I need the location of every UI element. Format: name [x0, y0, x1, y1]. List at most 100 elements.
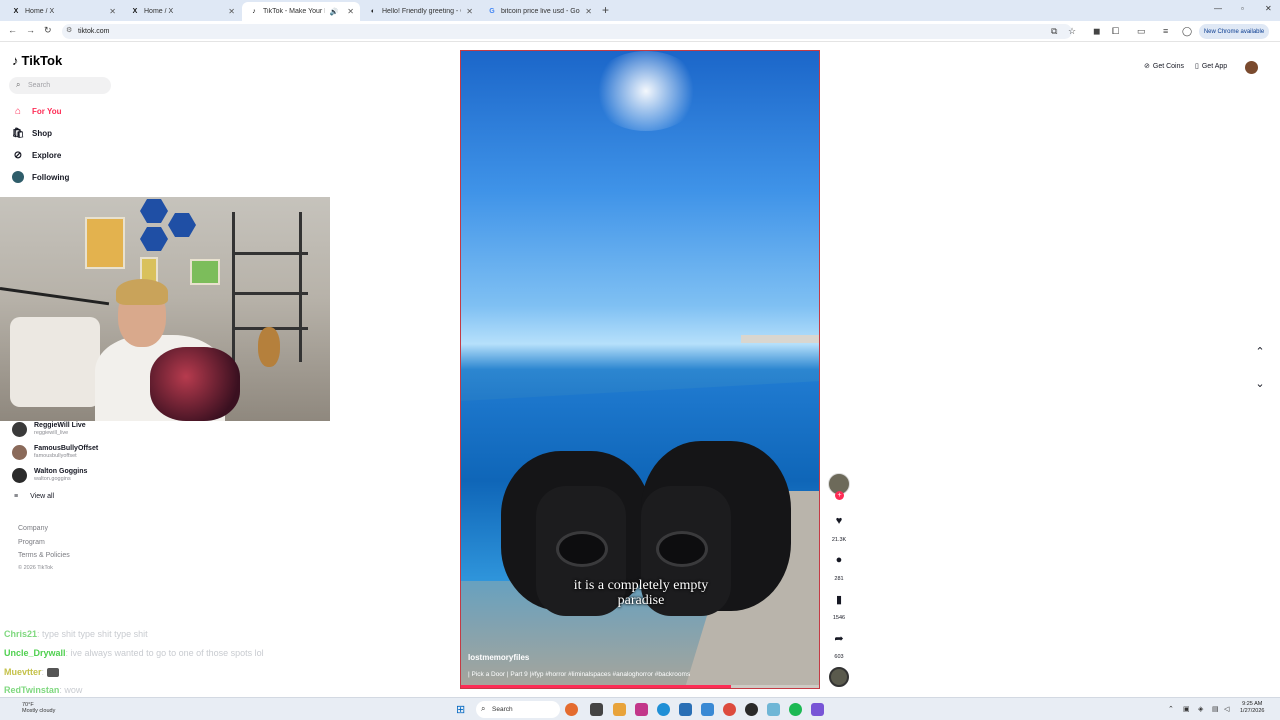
search-input[interactable]: ⌕ Search	[9, 77, 111, 94]
search-icon: ⌕	[16, 80, 21, 89]
close-tab-icon[interactable]: ✕	[585, 7, 592, 16]
browser-tab[interactable]: X Home / X ✕	[123, 2, 241, 21]
get-app-button[interactable]: ▯ Get App	[1195, 62, 1227, 71]
sidebar-item-following[interactable]: Following	[12, 171, 69, 183]
close-tab-icon[interactable]: ✕	[347, 7, 354, 16]
chat-text: : wow	[59, 685, 83, 695]
poster	[85, 217, 125, 269]
user-avatar[interactable]	[1245, 61, 1258, 74]
account-handle: reggiewill_live	[34, 430, 69, 437]
tray-chevron-icon[interactable]: ⌃	[1168, 705, 1174, 713]
tray-app-icon[interactable]: ▣	[1183, 705, 1190, 713]
taskbar-search[interactable]: ⌕ Search	[476, 701, 560, 718]
spotify-icon[interactable]	[789, 703, 802, 716]
speaker-icon[interactable]: 🔊	[330, 8, 339, 16]
reload-icon[interactable]: ↻	[44, 25, 52, 36]
wall-decoration	[140, 199, 168, 223]
profile-icon[interactable]: ◯	[1182, 26, 1192, 37]
comment-icon[interactable]: ●	[829, 554, 849, 566]
taskbar-app-icon[interactable]	[811, 703, 824, 716]
edge-icon[interactable]	[657, 703, 670, 716]
network-icon[interactable]: ▤	[1212, 705, 1219, 713]
search-placeholder: Search	[28, 82, 51, 89]
back-icon[interactable]: ←	[8, 25, 17, 35]
extensions-puzzle-icon[interactable]: ⧠	[1112, 26, 1119, 37]
video-author[interactable]: lostmemoryfiles	[468, 653, 529, 662]
compass-icon: ⊘	[13, 149, 23, 161]
media-control-icon[interactable]: ≡	[1163, 26, 1168, 36]
caption-line: paradise	[617, 592, 665, 608]
video-player[interactable]: it is a completely empty paradise lostme…	[460, 50, 820, 689]
clock-date: 1/27/2026	[1240, 708, 1265, 715]
browser-tab-active[interactable]: ♪ TikTok - Make Your Day 🔊 ✕	[242, 2, 360, 21]
bookmark-star-icon[interactable]: ☆	[1068, 26, 1076, 37]
close-tab-icon[interactable]: ✕	[228, 7, 235, 16]
close-tab-icon[interactable]: ✕	[466, 7, 473, 16]
taskbar-clock[interactable]: 9:25 AM 1/27/2026	[1240, 701, 1264, 715]
video-progress-bar[interactable]	[461, 685, 819, 688]
home-icon: ⌂	[14, 105, 22, 117]
chrome-icon[interactable]	[723, 703, 736, 716]
site-info-icon[interactable]: ⚙	[66, 26, 72, 34]
browser-tab[interactable]: G bitcoin price live usd - Google ✕	[480, 2, 598, 21]
taskbar-app-icon[interactable]	[590, 703, 603, 716]
music-disc-icon[interactable]	[829, 667, 849, 687]
follow-plus-icon[interactable]: +	[835, 491, 844, 500]
install-icon[interactable]: ⧉	[1051, 26, 1057, 37]
following-account[interactable]: Walton Goggins walton.goggins	[12, 468, 87, 483]
list-icon: ≡	[14, 493, 19, 500]
chevron-up-icon[interactable]: ⌃	[1250, 345, 1270, 365]
sidebar-item-shop[interactable]: 🛍 Shop	[12, 127, 52, 139]
account-name: ReggieWill Live	[34, 422, 86, 430]
footer-link-program[interactable]: Program	[18, 539, 45, 546]
minimize-icon[interactable]: —	[1214, 4, 1222, 13]
taskbar-app-icon[interactable]	[635, 703, 648, 716]
get-coins-button[interactable]: ⊘ Get Coins	[1144, 62, 1184, 71]
chevron-down-icon[interactable]: ⌄	[1250, 377, 1270, 397]
chat-username: Uncle_Drywall	[4, 648, 66, 658]
close-window-icon[interactable]: ✕	[1265, 4, 1272, 13]
taskbar-app-icon[interactable]	[767, 703, 780, 716]
video-progress-fill	[461, 685, 731, 688]
chat-text: : ive always wanted to go to one of thos…	[65, 648, 264, 658]
taskbar-app-icon[interactable]	[745, 703, 758, 716]
volume-icon[interactable]: ◁	[1224, 705, 1229, 713]
windows-start-icon[interactable]: ⊞	[456, 703, 465, 716]
forward-icon[interactable]: →	[26, 25, 35, 35]
share-icon[interactable]: ➦	[829, 632, 849, 645]
tray-app-icon[interactable]: ◈	[1198, 705, 1203, 713]
phone-icon: ▯	[1195, 63, 1199, 70]
footer-link-terms[interactable]: Terms & Policies	[18, 552, 70, 559]
extension-icon[interactable]: ◼	[1093, 26, 1100, 37]
following-account[interactable]: FamousBullyOffset famousbullyoffset	[12, 445, 98, 460]
weather-widget[interactable]: 70°F Mostly cloudy	[22, 702, 55, 714]
view-all-button[interactable]: ≡ View all	[14, 493, 54, 500]
footer-link-company[interactable]: Company	[18, 525, 48, 532]
new-tab-icon[interactable]: +	[602, 3, 609, 17]
bookmark-icon[interactable]: ▮	[829, 593, 849, 606]
taskbar-app-icon[interactable]	[679, 703, 692, 716]
chat-message: RedTwinstan: wow	[4, 685, 82, 695]
mic-arm	[0, 287, 110, 306]
url-bar[interactable]: ⚙ tiktok.com	[62, 24, 1072, 39]
browser-tab[interactable]: ◐ Hello! Friendly greeting - Grok ✕	[361, 2, 479, 21]
heart-icon[interactable]: ♥	[829, 515, 849, 527]
taskbar-app-icon[interactable]	[613, 703, 626, 716]
taskbar-app-icon[interactable]	[701, 703, 714, 716]
restore-icon[interactable]: ▫	[1241, 4, 1244, 13]
close-tab-icon[interactable]: ✕	[109, 7, 116, 16]
chrome-update-button[interactable]: New Chrome available	[1199, 24, 1269, 39]
browser-tab[interactable]: X Home / X ✕	[4, 2, 122, 21]
account-handle: famousbullyoffset	[34, 453, 77, 460]
chair	[10, 317, 100, 407]
sidebar-item-for-you[interactable]: ⌂ For You	[12, 105, 62, 117]
following-account[interactable]: ReggieWill Live reggiewill_live	[12, 422, 86, 437]
taskbar-search-label: Search	[492, 706, 513, 713]
shopping-bag-icon: 🛍	[11, 127, 25, 139]
sidebar-item-explore[interactable]: ⊘ Explore	[12, 149, 62, 161]
address-toolbar: ← → ↻ ⚙ tiktok.com ⧉ ☆ ◼ ⧠ ▭ ≡ ◯ New Chr…	[0, 21, 1280, 42]
side-panel-icon[interactable]: ▭	[1137, 26, 1146, 37]
tiktok-logo-icon: ♪	[252, 8, 256, 15]
taskbar-app-icon[interactable]	[565, 703, 578, 716]
tiktok-logo[interactable]: ♪ TikTok	[12, 53, 62, 68]
